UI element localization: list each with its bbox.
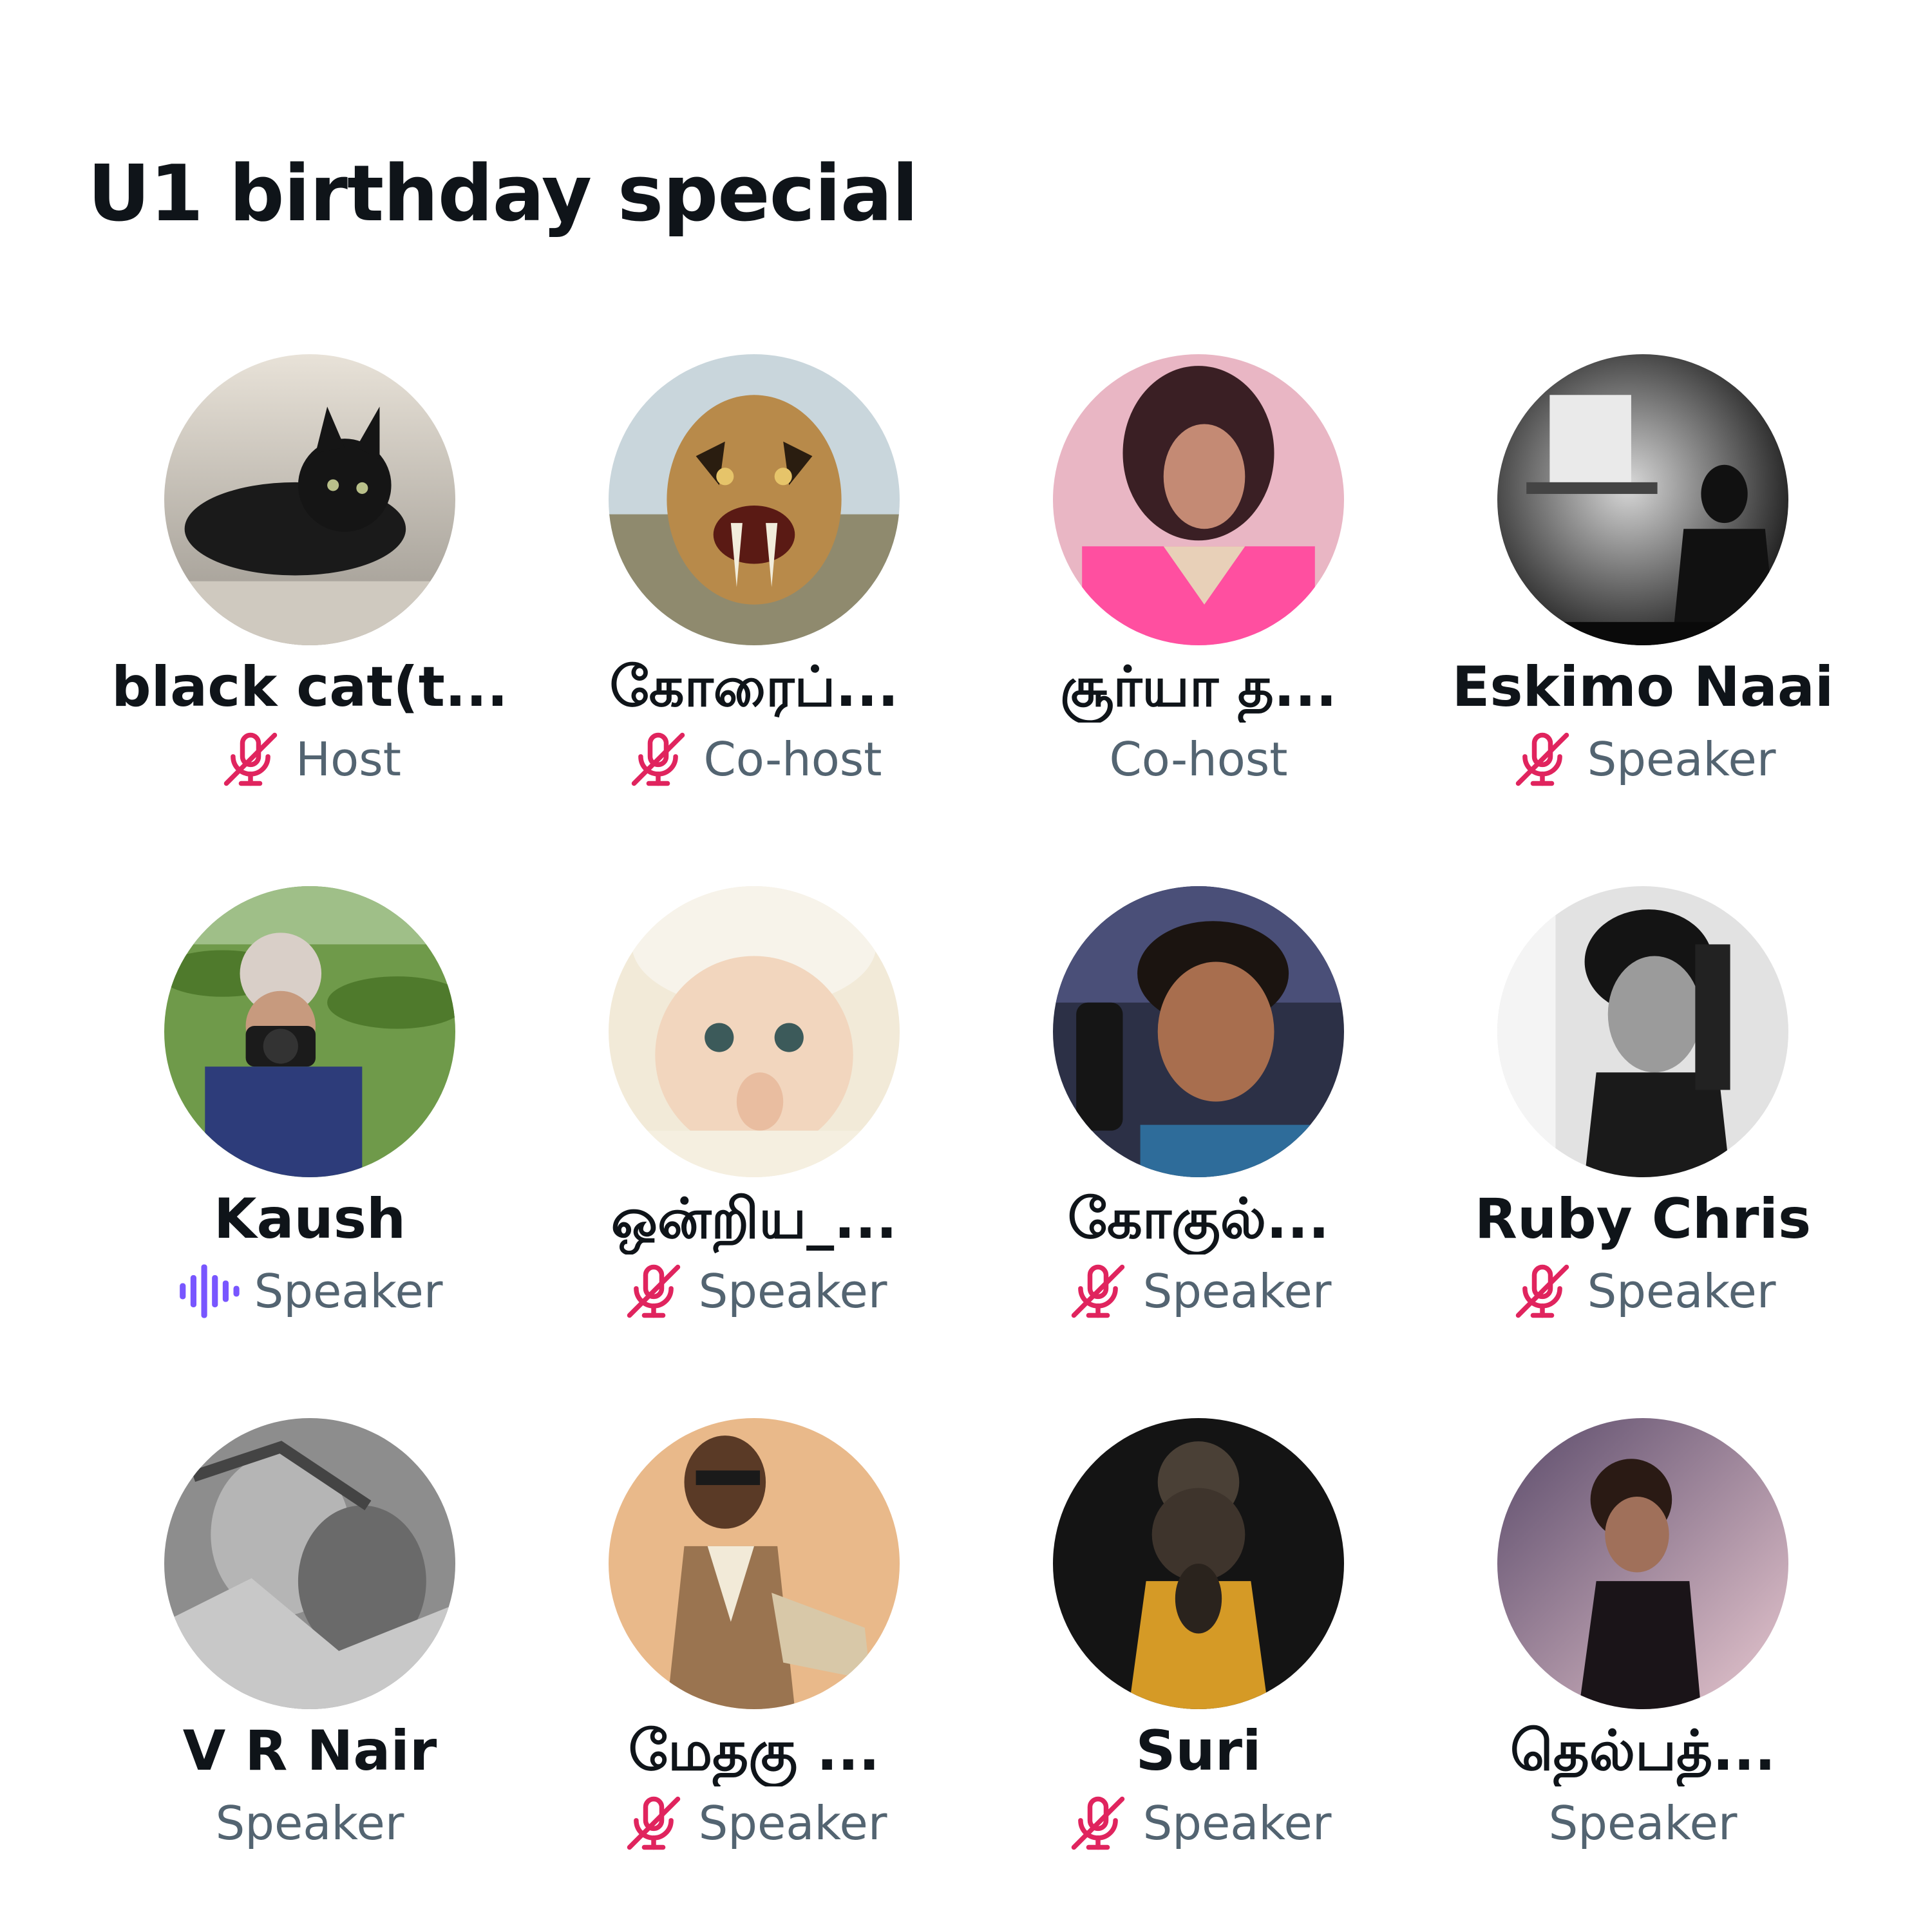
participant-name: black cat(t... <box>111 655 508 719</box>
role-row: Co-host <box>626 724 882 795</box>
space-participants-panel: U1 birthday special black cat(t... Host … <box>0 0 1932 1932</box>
participants-grid: black cat(t... Host கோரைப்... Co-host சூ… <box>0 0 1932 1932</box>
participant-role: Co-host <box>1109 732 1288 786</box>
avatar[interactable] <box>609 1418 900 1709</box>
participant-card[interactable]: கோகுல்... Speaker <box>976 886 1421 1388</box>
role-row: Speaker <box>216 1788 404 1859</box>
participant-role: Speaker <box>1587 732 1776 786</box>
participant-name: கோரைப்... <box>609 655 899 719</box>
avatar[interactable] <box>1497 886 1788 1177</box>
avatar[interactable] <box>1053 1418 1344 1709</box>
avatar[interactable] <box>164 1418 455 1709</box>
mic-muted-icon <box>621 1259 686 1323</box>
avatar[interactable] <box>1053 354 1344 645</box>
mic-muted-icon <box>1510 1259 1575 1323</box>
participant-name: Ruby Chris <box>1474 1187 1812 1251</box>
avatar[interactable] <box>1497 1418 1788 1709</box>
role-row: Speaker <box>1549 1788 1738 1859</box>
role-row: Speaker <box>621 1256 887 1327</box>
participant-role: Host <box>296 732 401 786</box>
participant-card[interactable]: Kaush Speaker <box>88 886 532 1388</box>
participant-card[interactable]: ஒன்றிய_... Speaker <box>532 886 976 1388</box>
participant-name: V R Nair <box>182 1719 437 1783</box>
mic-muted-icon <box>621 1791 686 1855</box>
participant-card[interactable]: black cat(t... Host <box>88 354 532 857</box>
participant-card[interactable]: Ruby Chris Speaker <box>1421 886 1865 1388</box>
role-row: Host <box>218 724 401 795</box>
role-row: Speaker <box>1510 1256 1776 1327</box>
participant-card[interactable]: V R Nair Speaker <box>88 1418 532 1920</box>
avatar[interactable] <box>609 354 900 645</box>
mic-muted-icon <box>1066 1259 1130 1323</box>
participant-card[interactable]: சூர்யா த... Co-host <box>976 354 1421 857</box>
role-row: Speaker <box>621 1788 887 1859</box>
participant-name: கோகுல்... <box>1067 1187 1330 1251</box>
participant-card[interactable]: கோரைப்... Co-host <box>532 354 976 857</box>
mic-muted-icon <box>626 727 690 791</box>
participant-role: Speaker <box>1548 1795 1738 1850</box>
speaking-waveform-icon <box>177 1259 242 1323</box>
participant-role: Speaker <box>1587 1264 1776 1318</box>
avatar[interactable] <box>609 886 900 1177</box>
participant-name: தெல்பத்... <box>1510 1719 1776 1783</box>
participant-name: Kaush <box>213 1187 406 1251</box>
avatar[interactable] <box>164 886 455 1177</box>
role-row: Speaker <box>1066 1788 1332 1859</box>
participant-role: Speaker <box>698 1795 887 1850</box>
avatar[interactable] <box>1497 354 1788 645</box>
participant-role: Speaker <box>215 1795 404 1850</box>
participant-name: ஒன்றிய_... <box>611 1187 898 1251</box>
participant-role: Speaker <box>1142 1264 1332 1318</box>
role-row: Speaker <box>1510 724 1776 795</box>
avatar[interactable] <box>164 354 455 645</box>
participant-name: Eskimo Naai <box>1452 655 1834 719</box>
mic-muted-icon <box>218 727 283 791</box>
participant-card[interactable]: Eskimo Naai Speaker <box>1421 354 1865 857</box>
role-row: Speaker <box>1066 1256 1332 1327</box>
participant-role: Speaker <box>1142 1795 1332 1850</box>
mic-muted-icon <box>1066 1791 1130 1855</box>
mic-muted-icon <box>1510 727 1575 791</box>
role-row: Co-host <box>1109 724 1287 795</box>
participant-role: Co-host <box>703 732 882 786</box>
participant-card[interactable]: மேதகு ... Speaker <box>532 1418 976 1920</box>
participant-card[interactable]: தெல்பத்... Speaker <box>1421 1418 1865 1920</box>
participant-name: மேதகு ... <box>628 1719 880 1783</box>
participant-role: Speaker <box>698 1264 887 1318</box>
role-row: Speaker <box>177 1256 443 1327</box>
participant-name: Suri <box>1135 1719 1262 1783</box>
participant-name: சூர்யா த... <box>1060 655 1337 719</box>
avatar[interactable] <box>1053 886 1344 1177</box>
participant-role: Speaker <box>254 1264 443 1318</box>
participant-card[interactable]: Suri Speaker <box>976 1418 1421 1920</box>
